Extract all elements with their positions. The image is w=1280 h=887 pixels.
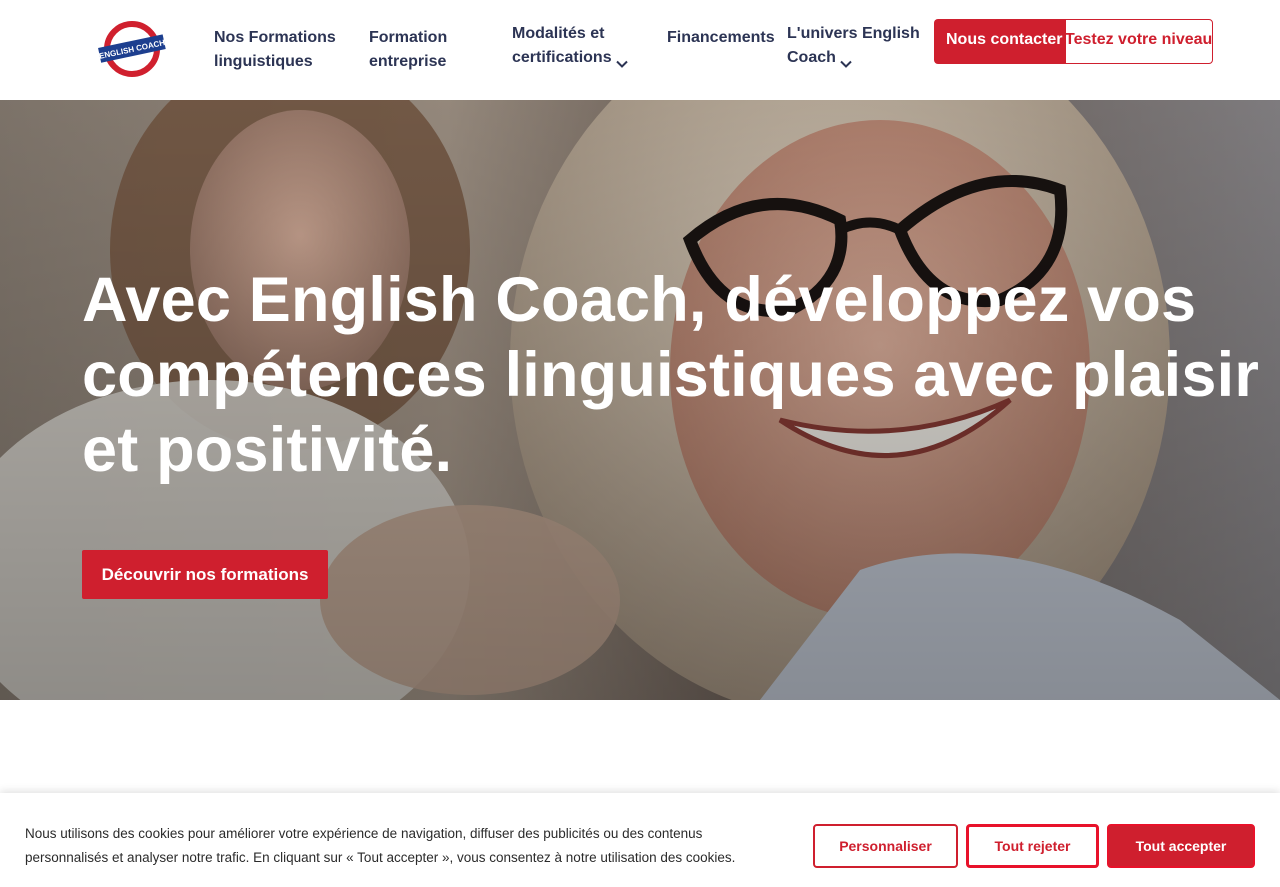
nav-label: Modalités et certifications bbox=[512, 25, 612, 66]
nav-formations-linguistiques[interactable]: Nos Formations linguistiques bbox=[214, 26, 354, 74]
discover-formations-button[interactable]: Découvrir nos formations bbox=[82, 550, 328, 599]
hero-section: Avec English Coach, développez vos compé… bbox=[0, 100, 1280, 700]
nav-financements[interactable]: Financements bbox=[667, 26, 777, 50]
nav-univers-english-coach[interactable]: L'univers English Coach bbox=[787, 22, 927, 70]
chevron-down-icon bbox=[840, 53, 852, 68]
cookie-banner: Nous utilisons des cookies pour améliore… bbox=[0, 793, 1280, 887]
cookie-message: Nous utilisons des cookies pour améliore… bbox=[25, 826, 736, 865]
cookie-customize-button[interactable]: Personnaliser bbox=[813, 824, 958, 868]
nav-label: Financements bbox=[667, 29, 775, 46]
test-level-button[interactable]: Testez votre niveau bbox=[1046, 19, 1213, 64]
nav-label: Nos Formations linguistiques bbox=[214, 29, 336, 70]
site-header: ENGLISH COACH Nos Formations linguistiqu… bbox=[0, 0, 1280, 100]
nav-label: Formation entreprise bbox=[369, 29, 448, 70]
nav-label: L'univers English Coach bbox=[787, 25, 920, 66]
nav-formation-entreprise[interactable]: Formation entreprise bbox=[369, 26, 489, 74]
cookie-accept-all-button[interactable]: Tout accepter bbox=[1107, 824, 1255, 868]
cookie-reject-all-button[interactable]: Tout rejeter bbox=[966, 824, 1099, 868]
english-coach-logo[interactable]: ENGLISH COACH bbox=[98, 20, 166, 78]
contact-button[interactable]: Nous contacter bbox=[934, 19, 1066, 64]
chevron-down-icon bbox=[615, 53, 628, 68]
hero-title: Avec English Coach, développez vos compé… bbox=[82, 265, 1260, 485]
nav-modalites-certifications[interactable]: Modalités et certifications bbox=[512, 22, 652, 70]
